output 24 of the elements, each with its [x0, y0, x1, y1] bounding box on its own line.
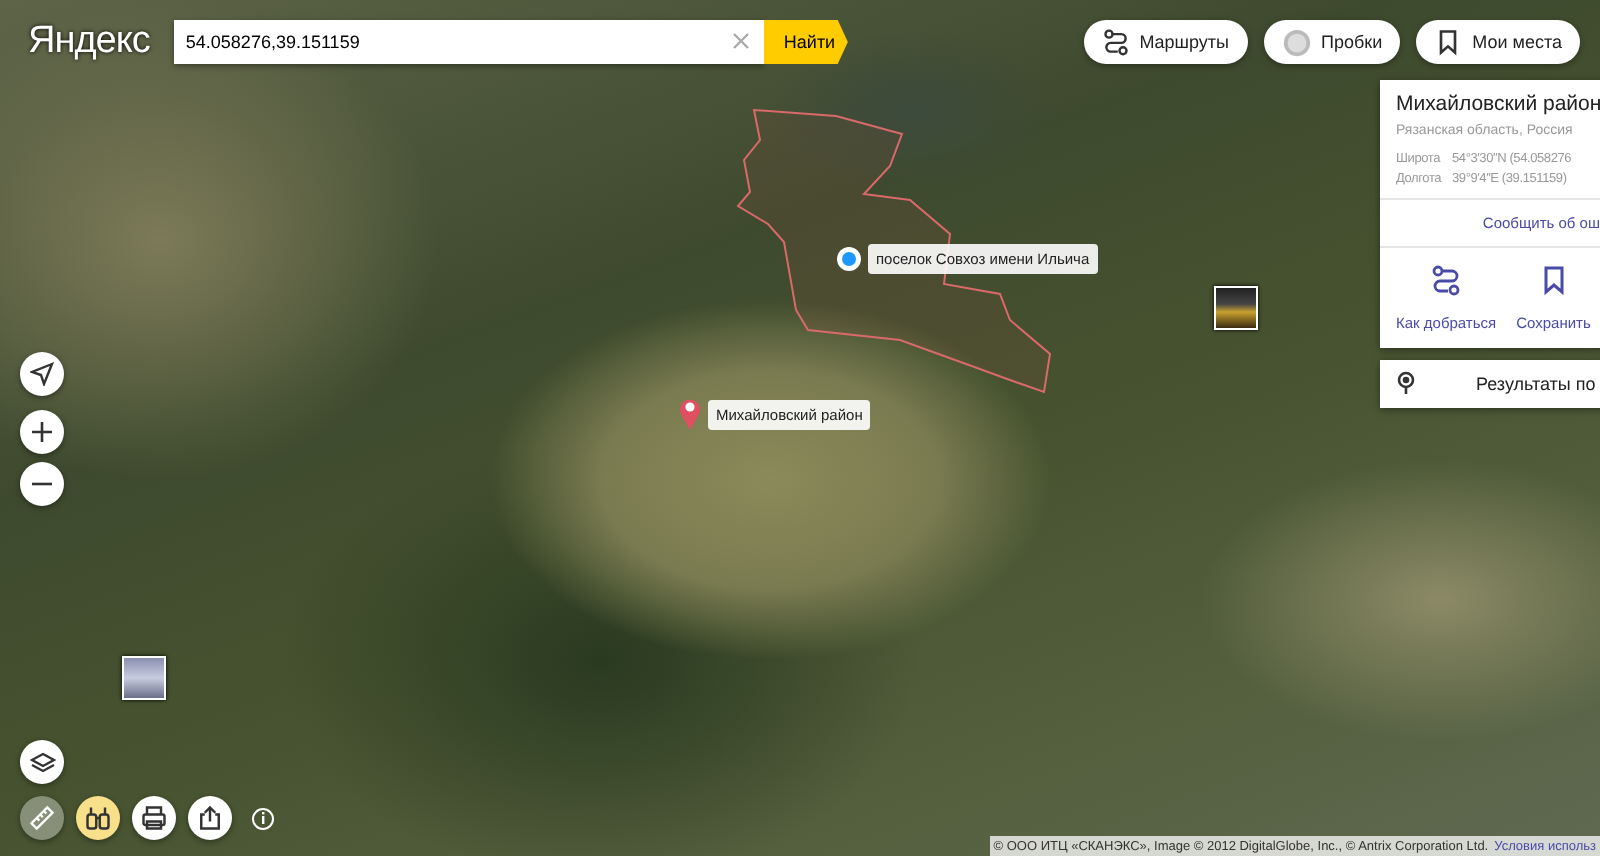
ruler-icon[interactable]	[20, 796, 64, 840]
info-icon[interactable]	[252, 807, 274, 829]
pin-outline-icon	[1396, 369, 1416, 399]
results-label: Результаты по	[1476, 374, 1596, 394]
map-toolbar-button[interactable]: Пробки	[1263, 20, 1401, 64]
search-button[interactable]: Найти	[763, 20, 848, 64]
share-icon[interactable]	[188, 796, 232, 840]
settlement-marker-icon[interactable]	[836, 246, 862, 272]
search-results-bar[interactable]: Результаты по	[1380, 360, 1600, 408]
map-toolbar-button[interactable]: Мои места	[1416, 20, 1580, 64]
route-icon	[1430, 264, 1463, 296]
map-toolbar-button[interactable]: Маршруты	[1083, 20, 1248, 64]
printer-icon[interactable]	[132, 796, 176, 840]
logo[interactable]: Яндекс	[28, 20, 150, 64]
layers-icon[interactable]	[20, 740, 64, 784]
photo-placeholder[interactable]	[1214, 286, 1258, 330]
zoom-out-icon[interactable]	[20, 462, 64, 506]
route-icon	[1101, 28, 1130, 56]
zoom-in-icon[interactable]	[20, 410, 64, 454]
map-pin-icon[interactable]	[678, 396, 702, 432]
traffic-icon	[1281, 27, 1312, 57]
search-field[interactable]: 54.058276,39.151159	[173, 20, 764, 64]
place-title: Михайловский район	[1396, 92, 1600, 116]
binoculars-icon[interactable]	[76, 796, 120, 840]
